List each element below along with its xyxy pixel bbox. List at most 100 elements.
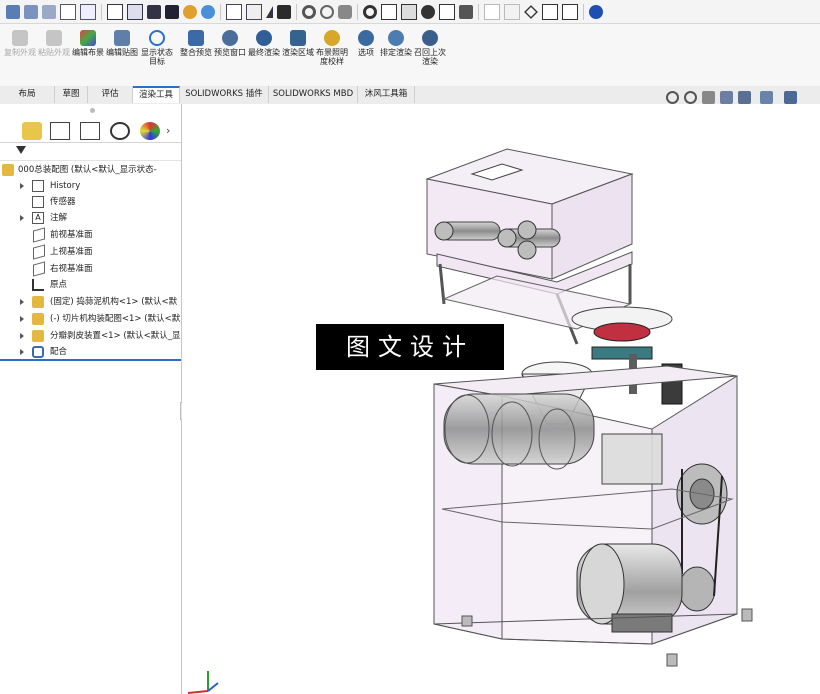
info-icon[interactable] [589, 4, 603, 19]
render-options-button[interactable]: 选项 [350, 30, 382, 57]
mass-properties-icon[interactable] [320, 4, 334, 19]
checklist-icon[interactable] [80, 3, 96, 20]
expand-arrow-icon[interactable] [20, 316, 24, 322]
new-drawing-icon[interactable] [42, 4, 56, 19]
panel-grip-icon[interactable] [90, 108, 95, 113]
edit-scene-button[interactable]: 编辑布景 [72, 30, 104, 57]
expand-arrow-icon[interactable] [20, 349, 24, 355]
dimxpert-tab-icon[interactable] [110, 122, 130, 140]
tools-icon[interactable] [459, 4, 473, 19]
hide-show-icon[interactable] [784, 91, 797, 104]
scene-illumination-proof-button[interactable]: 布景照明度校样 [316, 30, 348, 66]
tab-sketch[interactable]: 草图 [55, 86, 88, 103]
configuration-manager-tab-icon[interactable] [80, 122, 100, 140]
graphics-viewport[interactable] [182, 91, 820, 694]
gear-icon[interactable] [302, 4, 316, 19]
previous-view-icon[interactable] [702, 91, 715, 104]
new-assembly-icon[interactable] [24, 4, 38, 19]
expand-arrow-icon[interactable] [20, 183, 24, 189]
preview-window-button[interactable]: 预览窗口 [214, 30, 246, 57]
print-preview-icon[interactable] [147, 4, 161, 19]
tree-item-mates[interactable]: 配合 [0, 344, 181, 360]
zoom-area-icon[interactable] [684, 91, 697, 104]
tree-item-garlic-mash-mechanism[interactable]: (固定) 捣蒜泥机构<1> (默认<默 [0, 294, 181, 310]
display-manager-tab-icon[interactable] [140, 122, 160, 140]
view-orientation-icon[interactable] [738, 91, 751, 104]
tree-item-annotations[interactable]: A 注解 [0, 210, 181, 226]
preview-window-icon [222, 30, 238, 46]
property-manager-tab-icon[interactable] [50, 122, 70, 140]
blank-page-icon[interactable] [484, 3, 500, 20]
layers-icon[interactable] [338, 4, 352, 19]
origin-icon [32, 279, 44, 291]
image-icon[interactable] [504, 3, 520, 20]
appearance-icon[interactable] [183, 4, 197, 19]
expand-arrow-icon[interactable] [20, 299, 24, 305]
tree-item-origin[interactable]: 原点 [0, 277, 181, 293]
tree-item-sensors[interactable]: 传感器 [0, 194, 181, 210]
integrated-preview-icon [188, 30, 204, 46]
print-icon[interactable] [165, 4, 179, 19]
watermark-banner: 图文设计 [316, 324, 504, 370]
tab-layout[interactable]: 布局 [0, 86, 55, 103]
table-icon[interactable] [401, 3, 417, 20]
rebuild-icon[interactable] [277, 4, 291, 19]
plane-icon [33, 227, 45, 243]
copy-appearance-button[interactable]: 复制外观 [4, 30, 36, 57]
options-icon[interactable] [246, 3, 262, 20]
paste-appearance-button[interactable]: 粘贴外观 [38, 30, 70, 57]
toolbar-separator [583, 3, 584, 20]
edit-decal-button[interactable]: 编辑贴图 [106, 30, 138, 57]
zoom-to-fit-icon[interactable] [666, 91, 679, 104]
document-icon[interactable] [60, 3, 76, 20]
feature-manager-tab-icon[interactable] [22, 122, 42, 140]
plus-circle-icon[interactable] [421, 4, 435, 19]
download-icon[interactable] [562, 3, 578, 20]
tab-evaluate[interactable]: 评估 [88, 86, 133, 103]
expand-arrow-icon[interactable] [20, 215, 24, 221]
paste-appearance-icon [46, 30, 62, 46]
component-icon[interactable] [363, 4, 377, 19]
tab-mufeng-toolbox[interactable]: 沐风工具箱 [358, 86, 415, 103]
tab-render-tools[interactable]: 渲染工具 [133, 86, 180, 103]
copy-appearance-icon [12, 30, 28, 46]
illumination-icon [324, 30, 340, 46]
toolbar-separator [357, 3, 358, 20]
command-manager: 复制外观 粘贴外观 编辑布景 编辑贴图 显示状态目标 整合预览 预览窗口 最终渲… [0, 24, 820, 87]
tree-root-assembly[interactable]: 000总装配图 (默认<默认_显示状态- [0, 162, 181, 178]
render-region-button[interactable]: 渲染区域 [282, 30, 314, 57]
integrated-preview-button[interactable]: 整合预览 [180, 30, 212, 57]
final-render-button[interactable]: 最终渲染 [248, 30, 280, 57]
history-icon [32, 180, 44, 192]
filter-icon[interactable] [16, 146, 26, 154]
export-icon[interactable] [439, 3, 455, 20]
settings-sphere-icon[interactable] [201, 4, 215, 19]
tree-item-front-plane[interactable]: 前视基准面 [0, 227, 181, 243]
schedule-render-button[interactable]: 排定渲染 [380, 30, 412, 57]
expand-arrow-icon[interactable] [20, 333, 24, 339]
tree-item-top-plane[interactable]: 上视基准面 [0, 244, 181, 260]
filter-row [0, 142, 181, 161]
copy-icon[interactable] [226, 3, 242, 20]
recall-last-render-button[interactable]: 召回上次渲染 [414, 30, 446, 66]
save-icon[interactable] [127, 3, 143, 20]
tree-item-peeling-device[interactable]: 分瓣剥皮装置<1> (默认<默认_显 [0, 328, 181, 344]
display-style-icon[interactable] [760, 91, 773, 104]
tree-item-history[interactable]: History [0, 178, 181, 194]
bom-icon[interactable] [381, 3, 397, 20]
tab-solidworks-addins[interactable]: SOLIDWORKS 插件 [180, 86, 269, 103]
open-icon[interactable] [107, 3, 123, 20]
diamond-icon[interactable] [524, 4, 538, 19]
tree-item-right-plane[interactable]: 右视基准面 [0, 261, 181, 277]
sensor-icon [32, 196, 44, 208]
subassembly-icon [32, 330, 44, 342]
new-part-icon[interactable] [6, 4, 20, 19]
calculator-icon[interactable] [542, 3, 558, 20]
measure-icon[interactable] [266, 5, 273, 18]
options-icon [358, 30, 374, 46]
tree-item-slicing-mechanism[interactable]: (-) 切片机构装配图<1> (默认<默 [0, 311, 181, 327]
display-state-target-button[interactable]: 显示状态目标 [141, 30, 173, 66]
section-view-icon[interactable] [720, 91, 733, 104]
tab-solidworks-mbd[interactable]: SOLIDWORKS MBD [269, 86, 358, 103]
chevron-right-icon[interactable]: › [166, 122, 176, 140]
